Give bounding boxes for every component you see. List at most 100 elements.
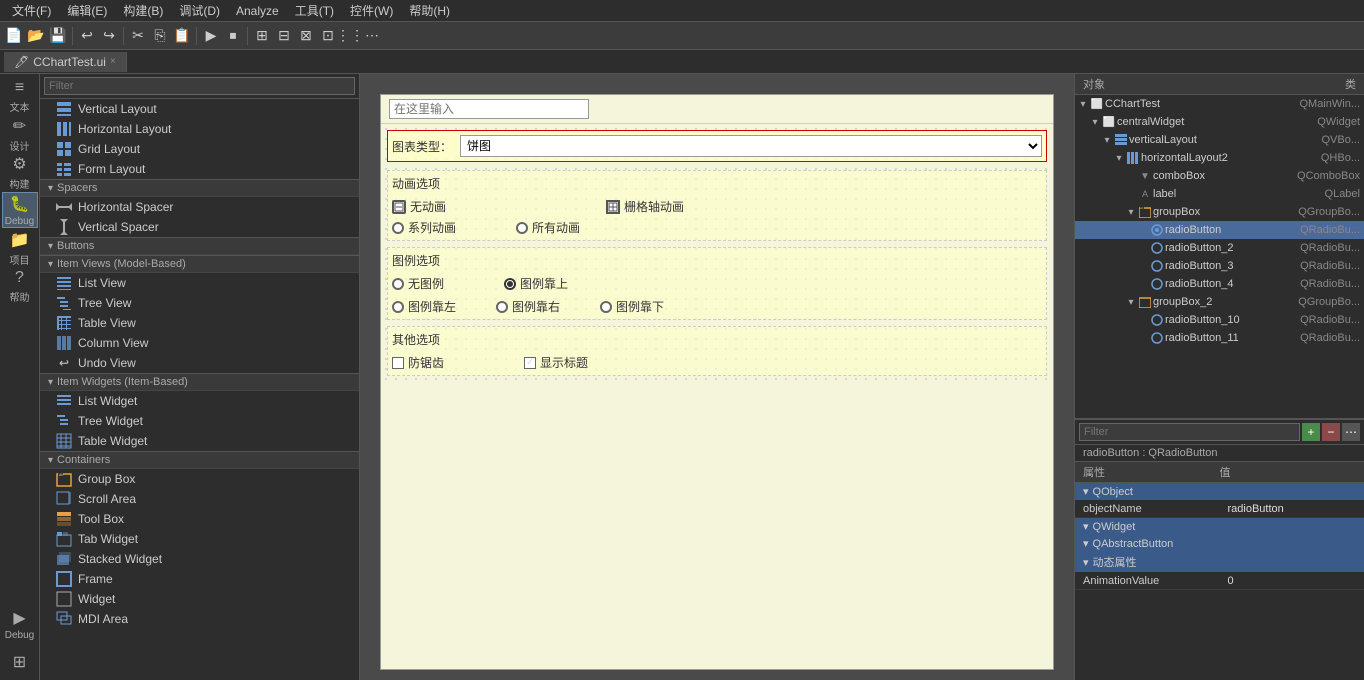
tree-row-radiobtn1[interactable]: radioButton QRadioBu... [1075,221,1364,239]
no-legend-radio[interactable] [392,278,404,290]
menu-help[interactable]: 帮助(H) [401,0,458,21]
toolbar-copy[interactable]: ⎘ [150,26,170,46]
toolbar-b4[interactable]: ⊡ [318,26,338,46]
radio-no-legend[interactable]: 无图例 [392,275,444,292]
expand-groupbox2[interactable]: ▾ [1125,297,1137,308]
tree-row-combobox[interactable]: ▼ comboBox QComboBox [1075,167,1364,185]
section-containers[interactable]: Containers [40,451,359,469]
checkbox-show-title[interactable]: ✓ 显示标题 [524,354,588,371]
tool-vertical-layout[interactable]: Vertical Layout [40,99,359,119]
section-item-views[interactable]: Item Views (Model-Based) [40,255,359,273]
tool-mdi-area[interactable]: MDI Area [40,609,359,629]
toolbar-b1[interactable]: ⊞ [252,26,272,46]
tab-ccharttest[interactable]: 🖊 CChartTest.ui × [4,52,127,72]
sidebar-project[interactable]: 📁 项目 [2,230,38,266]
toolbar-stop[interactable]: ⏹ [223,26,243,46]
tool-grid-layout[interactable]: Grid Layout [40,139,359,159]
toolbar-redo[interactable]: ↪ [99,26,119,46]
tool-tree-view[interactable]: Tree View [40,293,359,313]
tree-row-central[interactable]: ▾ ⬜ centralWidget QWidget [1075,113,1364,131]
show-title-checkbox[interactable]: ✓ [524,357,536,369]
menu-build[interactable]: 构建(B) [115,0,171,21]
tool-undo-view[interactable]: ↩ Undo View [40,353,359,373]
tool-stacked-widget[interactable]: Stacked Widget [40,549,359,569]
radio-legend-right[interactable]: 图例靠右 [496,298,560,315]
props-add-btn[interactable]: + [1302,423,1320,441]
sidebar-app[interactable]: ⊞ [2,644,38,680]
tree-row-label[interactable]: A label QLabel [1075,185,1364,203]
section-spacers[interactable]: Spacers [40,179,359,197]
tree-row-hlayout2[interactable]: ▾ horizontalLayout2 QHBo... [1075,149,1364,167]
legend-bottom-radio[interactable] [600,301,612,313]
menu-controls[interactable]: 控件(W) [342,0,401,21]
tool-horizontal-layout[interactable]: Horizontal Layout [40,119,359,139]
menu-debug[interactable]: 调试(D) [171,0,228,21]
tree-row-vlayout[interactable]: ▾ verticalLayout QVBo... [1075,131,1364,149]
radio-all-anim[interactable]: 所有动画 [516,219,580,236]
toolbar-b6[interactable]: ⋯ [362,26,382,46]
tab-close[interactable]: × [110,56,116,67]
tool-vertical-spacer[interactable]: Vertical Spacer [40,217,359,237]
expand-vlayout[interactable]: ▾ [1101,135,1113,146]
tree-row-groupbox2[interactable]: ▾ groupBox_2 QGroupBo... [1075,293,1364,311]
radio-legend-left[interactable]: 图例靠左 [392,298,456,315]
toolbar-b2[interactable]: ⊟ [274,26,294,46]
tree-row-radiobtn11[interactable]: radioButton_11 QRadioBu... [1075,329,1364,347]
section-item-widgets[interactable]: Item Widgets (Item-Based) [40,373,359,391]
tool-frame[interactable]: Frame [40,569,359,589]
menu-file[interactable]: 文件(F) [4,0,59,21]
menu-edit[interactable]: 编辑(E) [59,0,115,21]
sidebar-debug2[interactable]: ▶ Debug [2,606,38,642]
menu-analyze[interactable]: Analyze [228,2,287,20]
toolbar-paste[interactable]: 📋 [172,26,192,46]
expand-qobject[interactable]: ▾ [1083,485,1089,498]
sidebar-design[interactable]: ✏ 设计 [2,116,38,152]
toolbar-open[interactable]: 📂 [26,26,46,46]
tool-table-view[interactable]: Table View [40,313,359,333]
radio-series-anim[interactable]: 系列动画 [392,219,456,236]
radio-legend-top[interactable]: 图例靠上 [504,275,568,292]
tool-table-widget[interactable]: Table Widget [40,431,359,451]
radio-legend-bottom[interactable]: 图例靠下 [600,298,664,315]
checkbox-antialiasing[interactable]: 防锯齿 [392,354,444,371]
form-input[interactable] [389,99,589,119]
tree-row-radiobtn10[interactable]: radioButton_10 QRadioBu... [1075,311,1364,329]
legend-right-radio[interactable] [496,301,508,313]
tool-tree-widget[interactable]: Tree Widget [40,411,359,431]
sidebar-build[interactable]: ⚙ 构建 [2,154,38,190]
tree-row-groupbox[interactable]: ▾ ab groupBox QGroupBo... [1075,203,1364,221]
tool-list-view[interactable]: List View [40,273,359,293]
props-remove-btn[interactable]: − [1322,423,1340,441]
toolbar-cut[interactable]: ✂ [128,26,148,46]
expand-hlayout2[interactable]: ▾ [1113,153,1125,164]
toolbox-filter-input[interactable] [44,77,355,95]
expand-qwidget[interactable]: ▾ [1083,520,1089,533]
expand-central[interactable]: ▾ [1089,117,1101,128]
antialiasing-checkbox[interactable] [392,357,404,369]
tool-group-box[interactable]: ab Group Box [40,469,359,489]
toolbar-new[interactable]: 📄 [4,26,24,46]
tree-row-ccharttest[interactable]: ▾ ⬜ CChartTest QMainWin... [1075,95,1364,113]
toolbar-b3[interactable]: ⊠ [296,26,316,46]
toolbar-run[interactable]: ▶ [201,26,221,46]
toolbar-b5[interactable]: ⋮⋮ [340,26,360,46]
props-filter-input[interactable] [1079,423,1300,441]
tree-row-radiobtn3[interactable]: radioButton_3 QRadioBu... [1075,257,1364,275]
tree-row-radiobtn4[interactable]: radioButton_4 QRadioBu... [1075,275,1364,293]
tool-scroll-area[interactable]: Scroll Area [40,489,359,509]
toolbar-undo[interactable]: ↩ [77,26,97,46]
toolbar-save[interactable]: 💾 [48,26,68,46]
tool-tab-widget[interactable]: Tab Widget [40,529,359,549]
expand-groupbox[interactable]: ▾ [1125,207,1137,218]
sidebar-text[interactable]: ≡ 文本 [2,78,38,114]
expand-dynamic[interactable]: ▾ [1083,556,1089,569]
tool-tool-box[interactable]: Tool Box [40,509,359,529]
tool-horizontal-spacer[interactable]: Horizontal Spacer [40,197,359,217]
chart-type-select[interactable]: 饼图 [460,135,1042,157]
all-anim-radio[interactable] [516,222,528,234]
legend-top-radio[interactable] [504,278,516,290]
expand-qabstract[interactable]: ▾ [1083,537,1089,550]
section-buttons[interactable]: Buttons [40,237,359,255]
series-anim-radio[interactable] [392,222,404,234]
tool-list-widget[interactable]: List Widget [40,391,359,411]
